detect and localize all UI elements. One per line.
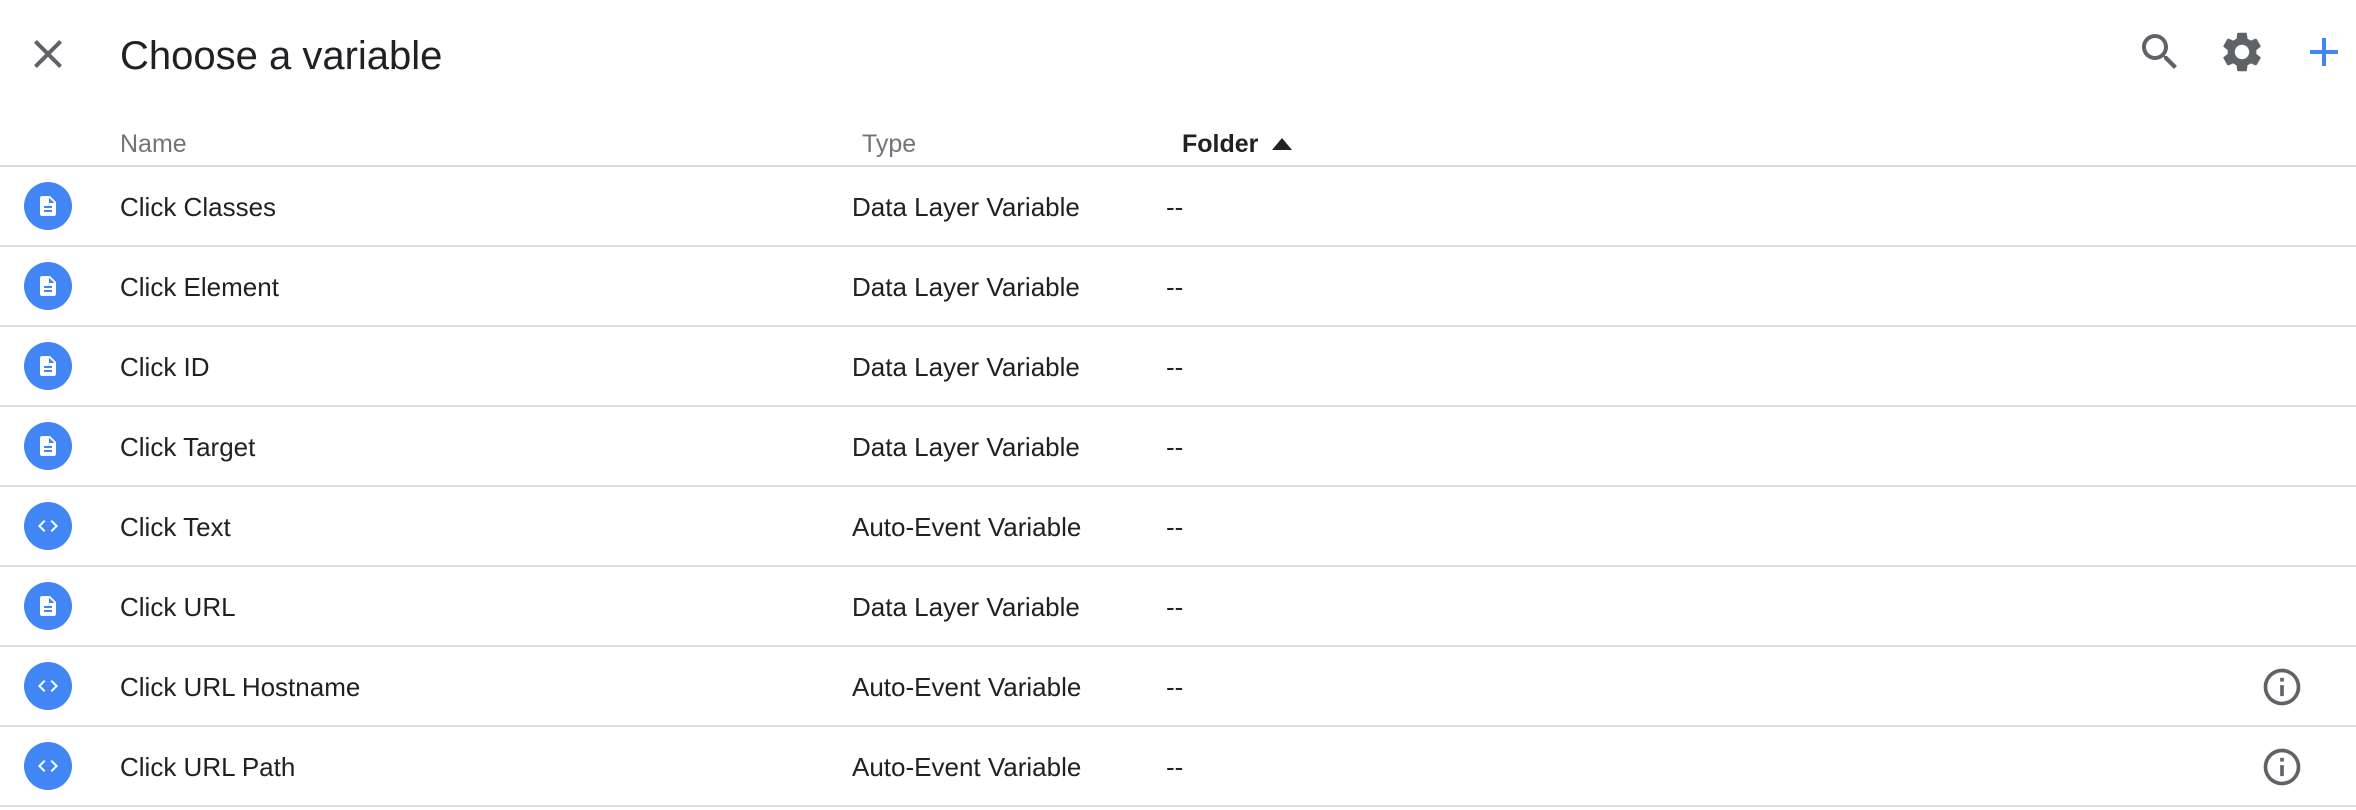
table-row[interactable]: Click Classes Data Layer Variable --	[0, 167, 2356, 247]
settings-button[interactable]	[2218, 28, 2266, 76]
info-button[interactable]	[2260, 745, 2304, 789]
table-row[interactable]: Click Element Data Layer Variable --	[0, 247, 2356, 327]
variable-name: Click Text	[120, 512, 231, 542]
table-row[interactable]: Click ID Data Layer Variable --	[0, 327, 2356, 407]
table-row[interactable]: Click URL Data Layer Variable --	[0, 567, 2356, 647]
info-button[interactable]	[2260, 665, 2304, 709]
document-icon	[24, 422, 72, 470]
code-icon	[24, 742, 72, 790]
variable-type: Data Layer Variable	[852, 432, 1080, 462]
close-icon	[34, 40, 62, 68]
variable-folder: --	[1166, 352, 1184, 382]
variable-type: Auto-Event Variable	[852, 672, 1082, 702]
variable-name: Click URL Hostname	[120, 672, 361, 702]
document-icon	[24, 342, 72, 390]
variable-folder: --	[1166, 672, 1184, 702]
gear-icon	[2223, 32, 2261, 72]
variable-folder: --	[1166, 752, 1184, 782]
variable-folder: --	[1166, 272, 1184, 302]
close-button[interactable]	[24, 30, 72, 78]
table-row[interactable]: Click URL Path Auto-Event Variable --	[0, 727, 2356, 807]
variable-folder: --	[1166, 592, 1184, 622]
variable-name: Click URL Path	[120, 752, 296, 782]
add-variable-button[interactable]	[2300, 28, 2348, 76]
column-header-folder[interactable]: Folder	[1182, 122, 1293, 166]
column-header-folder-label: Folder	[1182, 130, 1259, 158]
variable-type: Data Layer Variable	[852, 352, 1080, 382]
variable-name: Click ID	[120, 352, 210, 382]
table-row[interactable]: Click URL Hostname Auto-Event Variable --	[0, 647, 2356, 727]
code-icon	[24, 662, 72, 710]
column-header-name[interactable]: Name	[120, 122, 187, 166]
sort-ascending-icon	[1272, 138, 1293, 150]
variable-folder: --	[1166, 512, 1184, 542]
variable-type: Data Layer Variable	[852, 192, 1080, 222]
variable-type: Data Layer Variable	[852, 272, 1080, 302]
table-row[interactable]: Click Target Data Layer Variable --	[0, 407, 2356, 487]
document-icon	[24, 182, 72, 230]
variable-name: Click Target	[120, 432, 256, 462]
search-icon	[2142, 34, 2177, 69]
variable-folder: --	[1166, 432, 1184, 462]
variable-name: Click URL	[120, 592, 236, 622]
table-row[interactable]: Click Text Auto-Event Variable --	[0, 487, 2356, 567]
column-header-type[interactable]: Type	[862, 122, 916, 166]
page-title: Choose a variable	[120, 34, 443, 78]
variable-name: Click Classes	[120, 192, 277, 222]
info-icon	[2263, 668, 2301, 706]
add-icon	[2310, 38, 2338, 66]
variable-name: Click Element	[120, 272, 279, 302]
search-button[interactable]	[2136, 28, 2184, 76]
variable-type: Auto-Event Variable	[852, 752, 1082, 782]
variable-list: Click Classes Data Layer Variable -- Click…	[0, 167, 2356, 807]
variable-folder: --	[1166, 192, 1184, 222]
code-icon	[24, 502, 72, 550]
document-icon	[24, 262, 72, 310]
document-icon	[24, 582, 72, 630]
variable-type: Auto-Event Variable	[852, 512, 1082, 542]
info-icon	[2263, 748, 2301, 786]
variable-type: Data Layer Variable	[852, 592, 1080, 622]
dialog-header: Choose a variable	[0, 0, 2356, 110]
